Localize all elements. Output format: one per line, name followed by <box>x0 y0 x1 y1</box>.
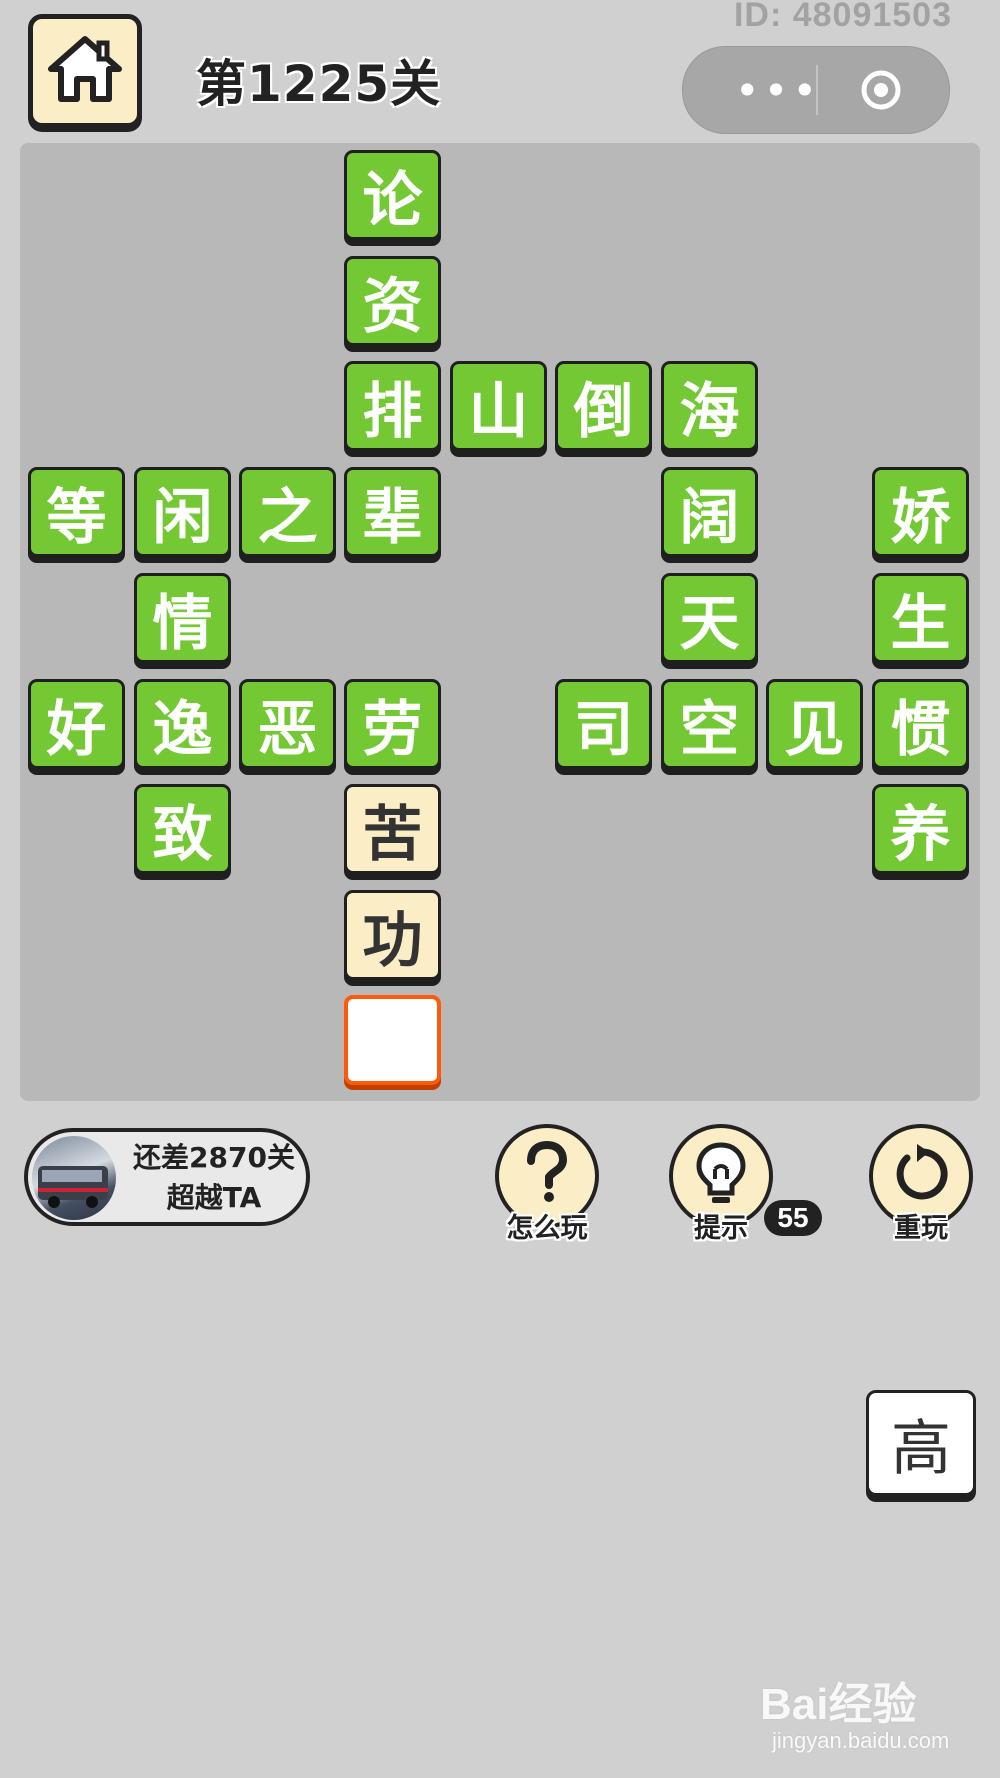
grid-tile: 阔 <box>661 467 758 557</box>
watermark: Bai经验 jingyan.baidu.com <box>760 1668 990 1754</box>
refresh-icon <box>889 1142 953 1210</box>
watermark-url: jingyan.baidu.com <box>772 1728 950 1753</box>
grid-tile: 生 <box>872 573 969 663</box>
watermark-logo: Bai经验 <box>760 1680 917 1729</box>
grid-tile: 山 <box>450 361 547 451</box>
rank-text: 还差2870关 超越TA <box>124 1138 304 1218</box>
question-mark-icon <box>517 1139 577 1213</box>
rank-line-1: 还差2870关 <box>133 1141 295 1174</box>
grid-tile: 之 <box>239 467 336 557</box>
grid-tile: 逸 <box>134 679 231 769</box>
level-title: 第1225关 <box>196 55 442 113</box>
how-to-play-button[interactable]: 怎么玩 <box>492 1124 602 1244</box>
rank-progress-pill[interactable]: 还差2870关 超越TA <box>24 1128 310 1226</box>
rank-line-2: 超越TA <box>166 1181 262 1214</box>
active-empty-cell[interactable] <box>344 995 441 1085</box>
grid-tile: 天 <box>661 573 758 663</box>
close-button[interactable] <box>859 68 903 112</box>
grid-tile: 恶 <box>239 679 336 769</box>
replay-button[interactable]: 重玩 <box>866 1124 976 1244</box>
grid-tile-revealed[interactable]: 苦 <box>344 784 441 874</box>
player-id: ID: 48091503 <box>733 0 952 34</box>
mini-program-capsule: ••• <box>682 46 950 134</box>
grid-tile: 资 <box>344 256 441 346</box>
how-to-play-label: 怎么玩 <box>506 1213 588 1244</box>
grid-tile: 空 <box>661 679 758 769</box>
answer-choice-tile[interactable]: 高 <box>866 1390 976 1496</box>
grid-tile: 论 <box>344 150 441 240</box>
grid-tile: 等 <box>28 467 125 557</box>
grid-tile: 娇 <box>872 467 969 557</box>
lightbulb-icon <box>691 1139 751 1213</box>
grid-tile: 排 <box>344 361 441 451</box>
grid-tile: 情 <box>134 573 231 663</box>
grid-tile: 倒 <box>555 361 652 451</box>
puzzle-board: 论 资 排 山 倒 海 等 闲 之 辈 阔 娇 情 天 生 好 逸 恶 劳 司 … <box>20 143 980 1101</box>
home-button[interactable] <box>28 14 142 128</box>
grid-tile-revealed[interactable]: 功 <box>344 890 441 980</box>
replay-label: 重玩 <box>894 1213 948 1244</box>
hint-count-badge: 55 <box>764 1200 822 1236</box>
grid-tile: 致 <box>134 784 231 874</box>
capsule-divider <box>816 65 818 115</box>
grid-tile: 海 <box>661 361 758 451</box>
grid-tile: 司 <box>555 679 652 769</box>
grid-tile: 闲 <box>134 467 231 557</box>
hint-button[interactable]: 提示 <box>666 1124 776 1244</box>
grid-tile: 劳 <box>344 679 441 769</box>
hint-label: 提示 <box>694 1213 748 1244</box>
rival-avatar <box>32 1136 116 1220</box>
target-close-icon <box>859 70 903 116</box>
grid-tile: 辈 <box>344 467 441 557</box>
grid-tile: 养 <box>872 784 969 874</box>
grid-tile: 惯 <box>872 679 969 769</box>
grid-tile: 见 <box>766 679 863 769</box>
grid-tile: 好 <box>28 679 125 769</box>
home-icon <box>45 33 125 109</box>
top-bar: ID: 48091503 第1225关 ••• <box>0 0 1000 140</box>
